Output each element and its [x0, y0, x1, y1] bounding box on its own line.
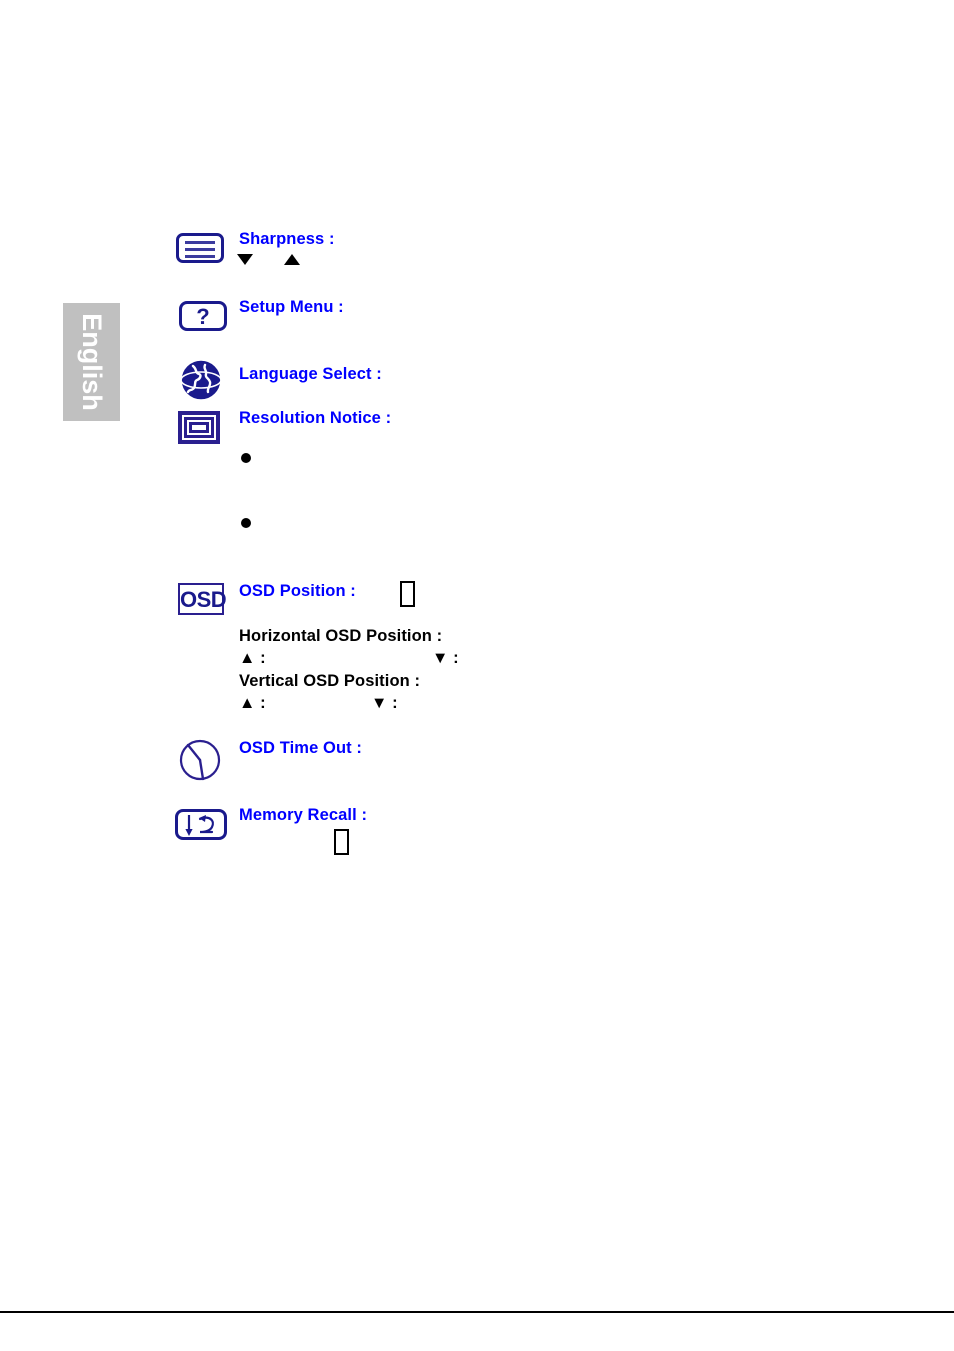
osd-text-icon: OSD [178, 583, 227, 615]
resolution-notice-label: Resolution Notice : [239, 409, 392, 427]
language-select-label: Language Select : [239, 365, 382, 383]
memory-recall-label: Memory Recall : [239, 806, 368, 824]
clock-icon [179, 738, 221, 787]
horizontal-osd-increase: ▲ : [239, 649, 266, 667]
triangle-up-icon [284, 254, 301, 265]
sharpness-lines-icon [176, 233, 224, 263]
vertical-osd-increase: ▲ : [239, 694, 266, 712]
sharpness-adjust-glyphs [237, 252, 301, 271]
horizontal-osd-position-label: Horizontal OSD Position : [239, 627, 443, 645]
memory-recall-missing-glyph [334, 829, 349, 856]
bullet-icon [241, 453, 251, 463]
question-mark-icon: ? [179, 301, 227, 331]
globe-icon [179, 358, 223, 407]
setup-menu-label: Setup Menu : [239, 298, 344, 316]
vertical-osd-decrease: ▼ : [371, 694, 398, 712]
sharpness-label: Sharpness : [239, 230, 335, 248]
vertical-osd-position-label: Vertical OSD Position : [239, 672, 421, 690]
bullet-icon [241, 518, 251, 528]
triangle-down-icon [237, 254, 253, 265]
osd-position-label: OSD Position : [239, 582, 356, 600]
osd-time-out-label: OSD Time Out : [239, 739, 363, 757]
footer-divider [0, 1311, 954, 1313]
language-tab-label: English [77, 313, 107, 411]
monitor-frame-icon [178, 411, 220, 444]
horizontal-osd-decrease: ▼ : [432, 649, 459, 667]
osd-position-missing-glyph [400, 581, 415, 608]
memory-recall-icon [175, 809, 227, 840]
language-tab: English [63, 303, 120, 421]
